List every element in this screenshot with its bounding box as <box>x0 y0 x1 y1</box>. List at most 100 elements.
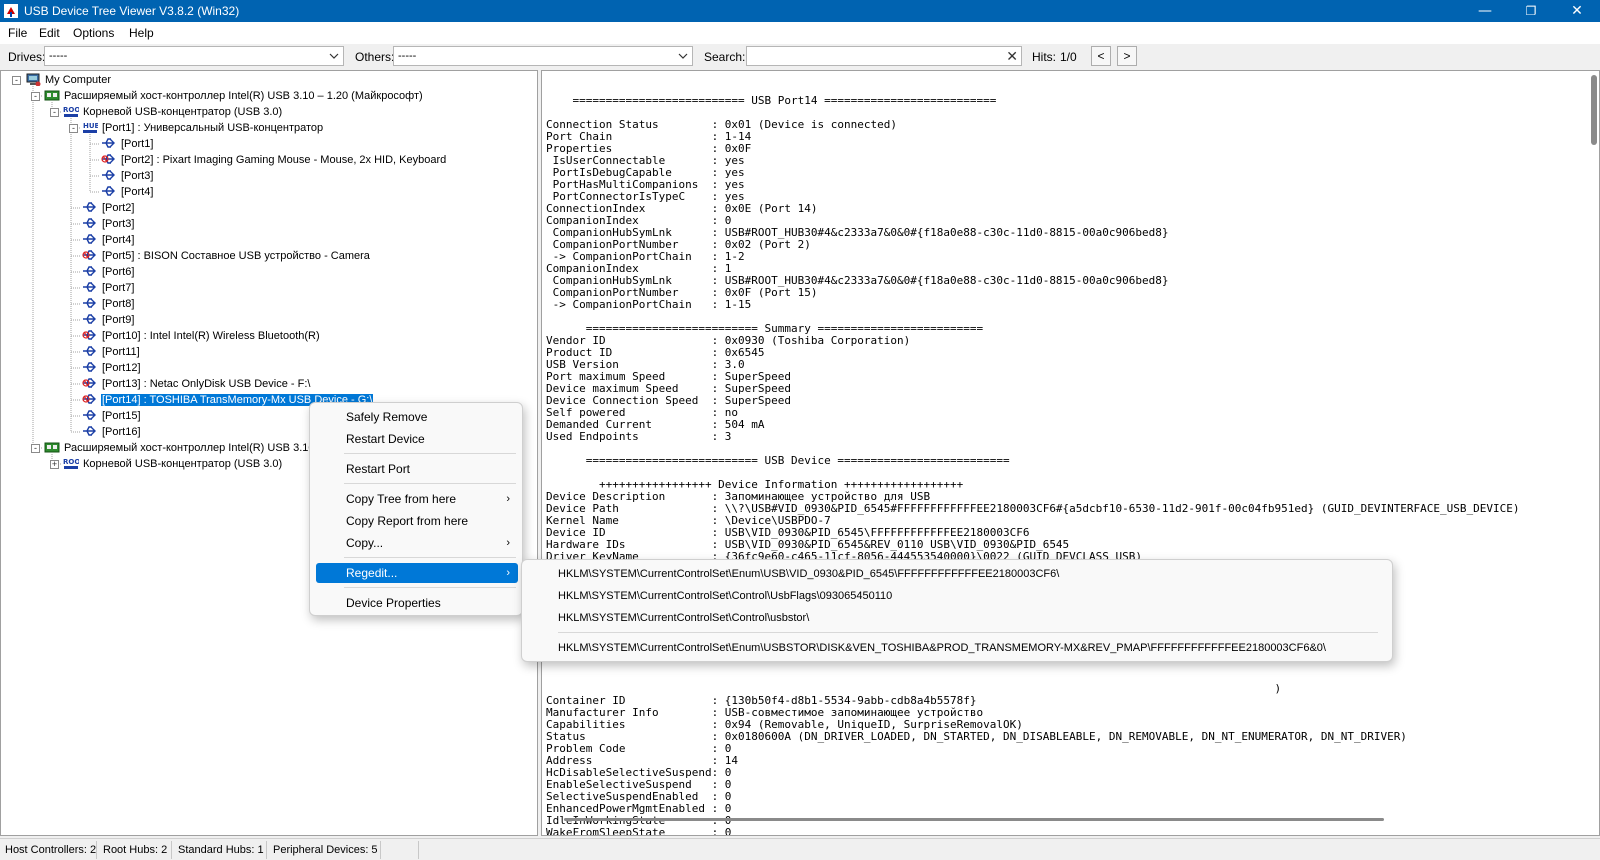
tree-item-port10[interactable]: [Port10] : Intel Intel(R) Wireless Bluet… <box>82 328 321 344</box>
report-horizontal-scrollbar[interactable] <box>564 818 1384 821</box>
tree-item-label: Расширяемый хост-контроллер Intel(R) USB… <box>64 442 315 454</box>
drives-dropdown[interactable]: ----- <box>44 46 344 66</box>
ctx-label: Restart Device <box>346 432 425 446</box>
usb-port-icon <box>83 218 96 228</box>
tree-item-label: [Port2] <box>102 202 135 214</box>
close-button[interactable]: ✕ <box>1554 0 1600 22</box>
tree-item-hub-port1[interactable]: [Port1] <box>101 136 154 152</box>
search-input[interactable]: ✕ <box>746 46 1022 66</box>
menu-help[interactable]: Help <box>129 26 154 40</box>
tree-item-port12[interactable]: [Port12] <box>82 360 142 376</box>
tree-item-label: [Port6] <box>102 266 135 278</box>
regedit-usbstor-control[interactable]: HKLM\SYSTEM\CurrentControlSet\Control\us… <box>558 608 809 628</box>
tree-item-port16[interactable]: [Port16] <box>82 424 142 440</box>
tree-item-port6[interactable]: [Port6] <box>82 264 135 280</box>
regedit-enum-usb[interactable]: HKLM\SYSTEM\CurrentControlSet\Enum\USB\V… <box>558 564 1059 584</box>
usb-device-icon <box>82 378 96 388</box>
menu-file[interactable]: File <box>8 26 27 40</box>
tree-item-port3[interactable]: [Port3] <box>82 216 135 232</box>
usb-port-icon <box>102 138 115 148</box>
submenu-arrow-icon: › <box>506 567 510 579</box>
menu-edit[interactable]: Edit <box>39 26 60 40</box>
tree-item-label: [Port3] <box>102 218 135 230</box>
tree-item-hub-port2[interactable]: [Port2] : Pixart Imaging Gaming Mouse - … <box>101 152 447 168</box>
minimize-button[interactable]: — <box>1462 0 1508 22</box>
tree-item-root-hub-1[interactable]: ROOT Корневой USB-концентратор (USB 3.0) <box>63 104 283 120</box>
status-root-hubs: Root Hubs: 2 <box>103 844 168 856</box>
tree-item-host-controller-2[interactable]: Расширяемый хост-контроллер Intel(R) USB… <box>44 440 315 456</box>
title-bar[interactable]: USB Device Tree Viewer V3.8.2 (Win32) — … <box>0 0 1600 22</box>
usb-port-icon <box>83 234 96 244</box>
menu-options[interactable]: Options <box>73 26 114 40</box>
context-menu: Safely Remove Restart Device Restart Por… <box>309 402 523 616</box>
app-icon <box>4 4 18 18</box>
status-separator <box>418 841 419 859</box>
status-separator <box>171 841 172 859</box>
search-clear-button[interactable]: ✕ <box>1006 48 1018 64</box>
window-title: USB Device Tree Viewer V3.8.2 (Win32) <box>24 4 240 18</box>
report-line: ========================== USB Port14 ==… <box>546 94 997 107</box>
tree-item-host-controller-1[interactable]: Расширяемый хост-контроллер Intel(R) USB… <box>44 88 424 104</box>
ctx-label: Device Properties <box>346 596 441 610</box>
collapse-icon[interactable]: - <box>31 92 40 101</box>
computer-icon <box>26 73 41 86</box>
host-controller-icon <box>44 90 60 101</box>
tree-item-label: [Port1] <box>121 138 154 150</box>
tree-item-hub-port3[interactable]: [Port3] <box>101 168 154 184</box>
tree-item-port7[interactable]: [Port7] <box>82 280 135 296</box>
tree-item-port13[interactable]: [Port13] : Netac OnlyDisk USB Device - F… <box>82 376 311 392</box>
status-standard-hubs: Standard Hubs: 1 <box>178 844 264 856</box>
tree-item-my-computer[interactable]: My Computer <box>25 72 112 88</box>
ctx-device-properties[interactable]: Device Properties <box>316 593 518 613</box>
ctx-restart-port[interactable]: Restart Port <box>316 459 518 479</box>
tree-item-port9[interactable]: [Port9] <box>82 312 135 328</box>
expand-icon[interactable]: + <box>50 460 59 469</box>
tree-item-port8[interactable]: [Port8] <box>82 296 135 312</box>
collapse-icon[interactable]: - <box>50 108 59 117</box>
svg-text:HUB: HUB <box>83 122 98 130</box>
tree-item-port15[interactable]: [Port15] <box>82 408 142 424</box>
regedit-usbflags[interactable]: HKLM\SYSTEM\CurrentControlSet\Control\Us… <box>558 586 892 606</box>
prev-hit-button[interactable]: < <box>1091 46 1111 66</box>
tree-item-label: [Port5] : BISON Составное USB устройство… <box>102 250 370 262</box>
others-dropdown[interactable]: ----- <box>393 46 693 66</box>
ctx-copy[interactable]: Copy... › <box>316 533 518 553</box>
report-text: ========================== USB Port14 ==… <box>546 83 1520 836</box>
status-separator <box>380 841 381 859</box>
tree-item-label: [Port8] <box>102 298 135 310</box>
ctx-regedit[interactable]: Regedit... › <box>316 563 518 583</box>
ctx-safely-remove[interactable]: Safely Remove <box>316 407 518 427</box>
regedit-enum-usbstor[interactable]: HKLM\SYSTEM\CurrentControlSet\Enum\USBST… <box>558 638 1326 658</box>
usb-device-icon <box>82 330 96 340</box>
tree-item-port2[interactable]: [Port2] <box>82 200 135 216</box>
ctx-label: Restart Port <box>346 462 411 476</box>
chevron-down-icon <box>678 53 688 59</box>
report-vertical-scrollbar[interactable] <box>1591 75 1597 145</box>
collapse-icon[interactable]: - <box>69 124 78 133</box>
tree-item-hub-port4[interactable]: [Port4] <box>101 184 154 200</box>
collapse-icon[interactable]: - <box>12 76 21 85</box>
hits-value: 1/0 <box>1060 50 1077 64</box>
maximize-button[interactable]: ❐ <box>1508 0 1554 22</box>
next-hit-button[interactable]: > <box>1117 46 1137 66</box>
report-pane[interactable]: ========================== USB Port14 ==… <box>541 70 1600 836</box>
tree-item-port11[interactable]: [Port11] <box>82 344 141 360</box>
tree-item-root-hub-2[interactable]: ROOT Корневой USB-концентратор (USB 3.0) <box>63 456 283 472</box>
usb-port-icon <box>83 202 96 212</box>
ctx-copy-report[interactable]: Copy Report from here <box>316 511 518 531</box>
hub-icon: HUB <box>83 122 98 133</box>
tree-item-label: [Port15] <box>102 410 141 422</box>
host-controller-icon <box>44 442 60 453</box>
tree-item-port1-hub[interactable]: HUB [Port1] : Универсальный USB-концентра… <box>82 120 324 136</box>
usb-port-icon <box>83 362 96 372</box>
tree-item-port4[interactable]: [Port4] <box>82 232 135 248</box>
collapse-icon[interactable]: - <box>31 444 40 453</box>
usb-device-icon <box>82 250 96 260</box>
menu-bar: File Edit Options Help <box>0 22 1600 44</box>
ctx-restart-device[interactable]: Restart Device <box>316 429 518 449</box>
tree-item-port5[interactable]: [Port5] : BISON Составное USB устройство… <box>82 248 371 264</box>
tree-item-label: [Port13] : Netac OnlyDisk USB Device - F… <box>102 378 311 390</box>
ctx-copy-tree[interactable]: Copy Tree from here › <box>316 489 518 509</box>
ctx-separator <box>344 483 516 484</box>
usb-port-icon <box>83 314 96 324</box>
